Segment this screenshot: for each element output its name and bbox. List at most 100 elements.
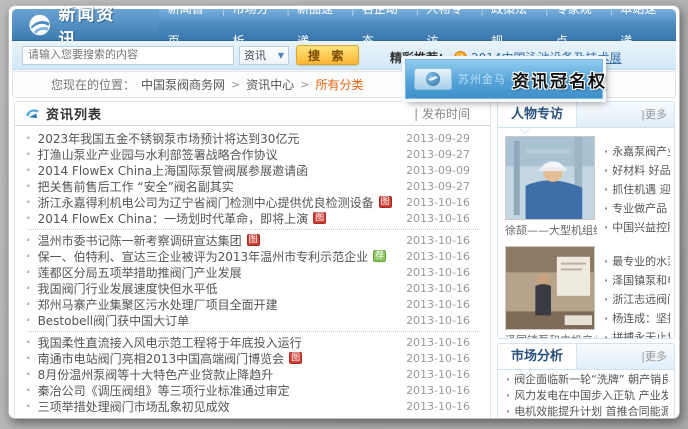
interview-link[interactable]: 拼搏永无止境 吸纳 (604, 328, 670, 339)
interview-photo-speaker[interactable] (505, 246, 595, 330)
publish-date-header: | 发布时间 (414, 105, 470, 122)
news-list-item: 我国柔性直流接入风电示范工程将于年底投入运行 2013-10-16 (23, 334, 484, 350)
news-list-item: 8月份温州泵阀等十大特色产业贷款止降趋升 2013-10-16 (23, 366, 484, 382)
page-card: 新闻资讯 新闻首页 市场分析 新品速递 名企动态 人物专访 政策法规 专家观点 … (8, 5, 680, 419)
publish-date: 2013-10-16 (406, 400, 470, 413)
market-tab[interactable]: 市场分析 (498, 344, 577, 369)
news-list-item: 郑州马寨产业集聚区污水处理厂项目全面开建 2013-10-16 (23, 296, 484, 312)
interview-tab[interactable]: 人物专访 (498, 102, 577, 127)
list-swoosh-icon (25, 107, 40, 120)
news-link[interactable]: 把关售前售后工作 “安全”阀名副其实 (23, 178, 234, 195)
news-list-item: 我国阀门行业发展速度快但水平低 2013-10-16 (23, 280, 484, 296)
globe-swoosh-icon (28, 13, 51, 37)
market-link[interactable]: 电机效能提升计划 首推合同能源管理模式 (506, 404, 668, 419)
search-category-select[interactable]: 资讯 ▼ (239, 46, 289, 65)
interview-link[interactable]: 专业做产品 用心做 (604, 199, 670, 218)
news-list-item: 莲都区分局五项举措助推阀门产业发展 2013-10-16 (23, 264, 484, 280)
breadcrumb-separator: > (231, 78, 240, 91)
search-button[interactable]: 搜 索 (296, 45, 359, 65)
interview-link[interactable]: 中国兴益控股实力 (604, 218, 670, 237)
news-link[interactable]: 我国柔性直流接入风电示范工程将于年底投入运行 (23, 334, 302, 351)
search-input[interactable] (22, 46, 234, 65)
news-list-header: 资讯列表 | 发布时间 (15, 102, 490, 126)
interview-panel: 人物专访 |更多 徐颉——大型机组维 (497, 101, 675, 339)
news-title-text: 2014 FlowEx China：一场划时代革命，即将上演 (38, 210, 309, 227)
group-separator (27, 229, 480, 230)
interview-more-link[interactable]: |更多 (634, 102, 674, 127)
news-link[interactable]: 浙江永嘉得利机电公司为辽宁省阀门检测中心提供优良检测设备图 (23, 194, 392, 211)
news-list-item: 把关售前售后工作 “安全”阀名副其实 2013-09-27 (23, 178, 484, 194)
news-link[interactable]: 打渔山泵业产业园与水利部签署战略合作协议 (23, 146, 278, 163)
news-link[interactable]: 温州市委书记陈一新考察调研宣达集团图 (23, 232, 260, 249)
image-badge: 图 (379, 196, 392, 208)
breadcrumb-site-link[interactable]: 中国泵阀商务网 (141, 76, 225, 93)
interview-link[interactable]: 杨连成：坚持做阀 (604, 309, 670, 328)
market-link[interactable]: 阀企面临新一轮“洗牌” 朝产销良好发展 (506, 372, 668, 388)
interview-header: 人物专访 |更多 (498, 102, 674, 128)
news-link[interactable]: 保一、伯特利、宣达三企业被评为2013年温州市专利示范企业荐 (23, 248, 386, 265)
publish-date: 2013-10-16 (406, 352, 470, 365)
news-link[interactable]: 我国阀门行业发展速度快但水平低 (23, 280, 218, 297)
news-list-item: 三项举措处理阀门市场乱象初见成效 2013-10-16 (23, 398, 484, 414)
interview-caption[interactable]: 徐颉——大型机组维 (505, 222, 597, 238)
interview-photo-block: 徐颉——大型机组维 (505, 136, 597, 238)
news-link[interactable]: 南通市电站阀门亮相2013中国高端阀门博览会图 (23, 350, 302, 367)
news-list-title: 资讯列表 (46, 104, 102, 123)
publish-date: 2013-10-16 (406, 298, 470, 311)
news-list-panel: 资讯列表 | 发布时间 2023年我国五金不锈钢泵市场预计将达到30亿元 201… (14, 101, 491, 419)
news-link[interactable]: 2014 FlowEx China上海国际泵管阀展参展邀请函 (23, 162, 308, 179)
interview-link[interactable]: 好材料 好品质 肯定 (604, 161, 670, 180)
news-link[interactable]: Bestobell阀门获中国大订单 (23, 312, 189, 329)
breadcrumb-separator: > (300, 78, 309, 91)
news-title-text: 8月份温州泵阀等十大特色产业贷款止降趋升 (38, 366, 274, 383)
news-title-text: 南通市电站阀门亮相2013中国高端阀门博览会 (38, 350, 285, 367)
naming-rights-ad-banner[interactable]: 苏州金马 资讯冠名权 (405, 59, 603, 99)
interview-link[interactable]: 永嘉泵阀产业成为 (604, 142, 670, 161)
image-badge: 图 (247, 234, 260, 246)
publish-date: 2013-10-16 (406, 266, 470, 279)
dropdown-arrow-icon: ▼ (278, 51, 284, 60)
market-more-link[interactable]: |更多 (634, 344, 674, 369)
publish-date: 2013-10-16 (406, 212, 470, 225)
news-title-text: 郑州马寨产业集聚区污水处理厂项目全面开建 (38, 296, 278, 313)
interview-link[interactable]: 最专业的水泵制造 (604, 252, 670, 271)
news-title-text: 我国阀门行业发展速度快但水平低 (38, 280, 218, 297)
market-link[interactable]: 风力发电在中国步入正轨 产业发展只欠“东 (506, 388, 668, 404)
news-link[interactable]: 三项举措处理阀门市场乱象初见成效 (23, 398, 230, 415)
interview-link[interactable]: 浙江志远阀门朱志 (604, 290, 670, 309)
interview-links-1: 永嘉泵阀产业成为 好材料 好品质 肯定 抓住机遇 迎难而上 专业做产品 用心做 … (604, 142, 670, 238)
interview-photo-worker[interactable] (505, 136, 595, 220)
news-link[interactable]: 莲都区分局五项举措助推阀门产业发展 (23, 264, 242, 281)
publish-date: 2013-09-09 (406, 164, 470, 177)
publish-date: 2013-10-16 (406, 314, 470, 327)
news-rows: 2023年我国五金不锈钢泵市场预计将达到30亿元 2013-09-29 打渔山泵… (15, 126, 490, 414)
news-link[interactable]: 秦冶公司《调压阀组》等三项行业标准通过审定 (23, 382, 290, 399)
news-list-item: 南通市电站阀门亮相2013中国高端阀门博览会图 2013-10-16 (23, 350, 484, 366)
news-link[interactable]: 8月份温州泵阀等十大特色产业贷款止降趋升 (23, 366, 273, 383)
news-link[interactable]: 郑州马寨产业集聚区污水处理厂项目全面开建 (23, 296, 278, 313)
nav-menu: 新闻首页 市场分析 新品速递 名企动态 人物专访 政策法规 专家观点 本站速递 (159, 9, 676, 40)
news-list-item: 浙江永嘉得利机电公司为辽宁省阀门检测中心提供优良检测设备图 2013-10-16 (23, 194, 484, 210)
publish-date: 2013-10-16 (406, 336, 470, 349)
news-list-item: 秦冶公司《调压阀组》等三项行业标准通过审定 2013-10-16 (23, 382, 484, 398)
publish-date: 2013-10-16 (406, 196, 470, 209)
publish-date: 2013-09-27 (406, 180, 470, 193)
news-title-text: 2023年我国五金不锈钢泵市场预计将达到30亿元 (38, 130, 300, 147)
breadcrumb-section-link[interactable]: 资讯中心 (246, 76, 294, 93)
news-link[interactable]: 2023年我国五金不锈钢泵市场预计将达到30亿元 (23, 130, 299, 147)
news-list-item: 温州市委书记陈一新考察调研宣达集团图 2013-10-16 (23, 232, 484, 248)
publish-date: 2013-09-27 (406, 148, 470, 161)
news-list-item: 2014 FlowEx China：一场划时代革命，即将上演图 2013-10-… (23, 210, 484, 226)
publish-date: 2013-09-29 (406, 132, 470, 145)
search-category-value: 资讯 (244, 47, 266, 63)
recommend-badge: 荐 (373, 250, 386, 262)
news-title-text: 保一、伯特利、宣达三企业被评为2013年温州市专利示范企业 (38, 248, 369, 265)
news-link[interactable]: 2014 FlowEx China：一场划时代革命，即将上演图 (23, 210, 326, 227)
group-separator (27, 331, 480, 332)
interview-link[interactable]: 抓住机遇 迎难而上 (604, 180, 670, 199)
interview-caption[interactable]: 泽国镇泵和电机产业 (505, 332, 597, 339)
interview-link[interactable]: 泽国镇泵和电机产 (604, 271, 670, 290)
news-list-item: 2014 FlowEx China上海国际泵管阀展参展邀请函 2013-09-0… (23, 162, 484, 178)
news-title-text: 莲都区分局五项举措助推阀门产业发展 (38, 264, 242, 281)
site-logo[interactable]: 新闻资讯 (12, 9, 159, 40)
